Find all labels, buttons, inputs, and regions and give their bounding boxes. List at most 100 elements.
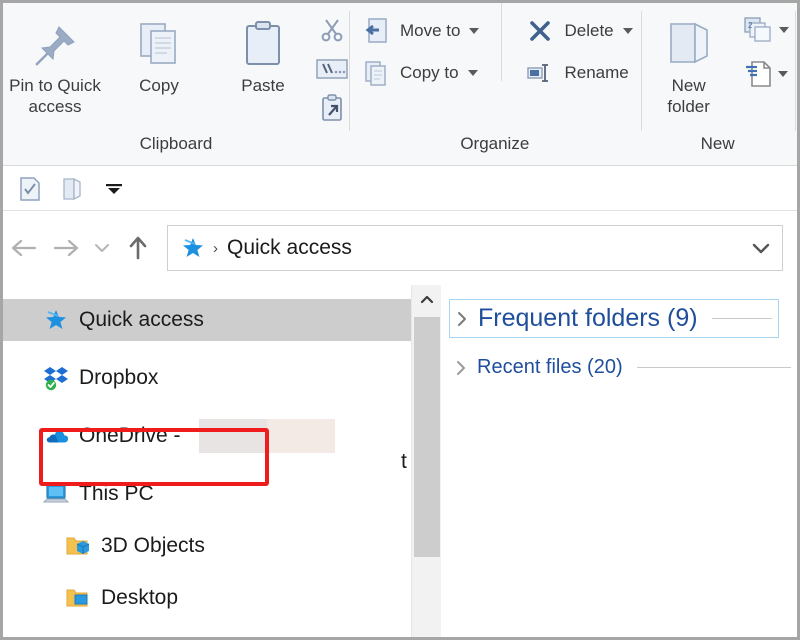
breadcrumb[interactable]: Quick access	[227, 236, 352, 260]
new-item-icon	[745, 61, 771, 87]
move-to-button[interactable]: Move to	[355, 17, 483, 45]
sidebar-item-quick-access[interactable]: Quick access	[3, 299, 411, 341]
delete-x-icon	[523, 16, 557, 46]
copy-path-icon[interactable]	[315, 54, 349, 84]
sidebar-item-label: Dropbox	[79, 366, 159, 389]
copy-button[interactable]: Copy	[107, 3, 211, 96]
back-button[interactable]	[3, 227, 45, 269]
properties-doc-icon[interactable]	[16, 175, 44, 203]
chevron-down-icon[interactable]	[777, 71, 788, 77]
nav-scrollbar-track[interactable]	[412, 311, 442, 637]
chevron-right-icon[interactable]	[453, 359, 469, 377]
ribbon-group-clipboard: Pin to Quick access Copy Paste Clipboard	[3, 3, 349, 165]
quick-access-toolbar	[3, 167, 797, 211]
redacted-text-block	[199, 419, 267, 453]
star-icon	[43, 307, 69, 333]
copy-to-button[interactable]: Copy to	[355, 59, 483, 87]
sidebar-item-desktop[interactable]: Desktop	[3, 577, 411, 619]
organize-column-left: Move to Copy to	[349, 3, 487, 87]
clipboard-small-icons	[315, 3, 349, 123]
organize-column-right: Delete Rename	[501, 3, 640, 87]
navigation-pane: Quick access Dropbox OneDrive - This PC …	[3, 285, 411, 637]
open-group-partial-label: P	[795, 3, 797, 57]
easy-access-button[interactable]: 2	[737, 15, 795, 45]
content-group-label: Recent files (20)	[477, 356, 623, 378]
address-input[interactable]: › Quick access	[167, 225, 783, 271]
chevron-down-icon[interactable]	[469, 28, 480, 34]
sidebar-item-this-pc[interactable]: This PC	[3, 473, 411, 515]
chevron-up-icon[interactable]	[419, 289, 435, 311]
ribbon-group-clipboard-label: Clipboard	[139, 134, 213, 153]
pin-label-line2: access	[28, 97, 82, 117]
clipboard-icon	[237, 13, 289, 75]
desktop-folder-icon	[65, 585, 91, 611]
pushpin-icon	[29, 13, 81, 75]
new-folder-icon	[661, 13, 717, 75]
move-to-icon	[359, 16, 393, 46]
nav-scrollbar-thumb[interactable]	[413, 317, 440, 557]
3d-objects-folder-icon	[65, 533, 91, 559]
pin-to-quick-access-button[interactable]: Pin to Quick access	[3, 3, 107, 118]
move-to-label: Move to	[400, 21, 461, 40]
organize-divider	[501, 3, 503, 81]
chevron-down-filled-icon[interactable]	[100, 175, 128, 203]
sidebar-item-3d-objects[interactable]: 3D Objects	[3, 525, 411, 567]
chevron-down-icon[interactable]	[778, 27, 789, 33]
new-item-button[interactable]	[737, 59, 795, 89]
new-folder-label-line2: folder	[667, 97, 710, 117]
redacted-text-block	[267, 419, 335, 453]
recent-locations-button[interactable]	[87, 227, 117, 269]
paste-button[interactable]: Paste	[211, 3, 315, 96]
paste-shortcut-icon[interactable]	[315, 93, 349, 123]
rename-button[interactable]: Rename	[519, 59, 636, 87]
svg-text:2: 2	[748, 21, 753, 30]
address-bar: › Quick access	[3, 212, 797, 284]
copy-to-label: Copy to	[400, 63, 459, 82]
forward-button[interactable]	[45, 227, 87, 269]
pin-label-line1: Pin to Quick	[9, 76, 101, 95]
address-dropdown-button[interactable]	[750, 240, 772, 256]
ribbon-group-open-partial: P	[794, 3, 797, 165]
rename-label: Rename	[564, 63, 629, 82]
chevron-down-icon[interactable]	[467, 70, 478, 76]
nav-scrollbar[interactable]	[411, 285, 441, 637]
paste-label: Paste	[241, 76, 285, 95]
chevron-right-icon[interactable]	[454, 310, 470, 328]
sidebar-item-dropbox[interactable]: Dropbox	[3, 357, 411, 399]
sidebar-item-label: 3D Objects	[101, 534, 205, 557]
sidebar-item-label: Quick access	[79, 308, 204, 331]
breadcrumb-separator: ›	[213, 239, 218, 257]
scissors-icon[interactable]	[315, 15, 349, 45]
up-button[interactable]	[117, 227, 159, 269]
sidebar-item-onedrive[interactable]: OneDrive -	[3, 415, 411, 457]
chevron-down-icon[interactable]	[622, 28, 633, 34]
content-pane: Frequent folders (9) Recent files (20)	[441, 285, 797, 637]
file-explorer-window: Pin to Quick access Copy Paste Clipboard…	[0, 0, 800, 640]
onedrive-cloud-icon	[43, 423, 69, 449]
content-group-recent-files[interactable]: Recent files (20)	[449, 350, 797, 385]
folder-icon[interactable]	[58, 175, 86, 203]
copy-label: Copy	[139, 76, 179, 95]
new-folder-label-line1: New	[671, 76, 706, 95]
ribbon-group-organize: Move to Copy to Delete Rename Organize	[349, 3, 641, 165]
delete-button[interactable]: Delete	[519, 17, 636, 45]
explorer-body: Quick access Dropbox OneDrive - This PC …	[3, 285, 797, 637]
dropbox-icon	[43, 365, 69, 391]
new-small-icons: 2	[737, 3, 795, 89]
sidebar-item-label: This PC	[79, 482, 154, 505]
quick-access-star-icon	[180, 235, 206, 261]
new-folder-button[interactable]: New folder	[641, 3, 737, 118]
content-group-label: Frequent folders (9)	[478, 304, 698, 332]
rename-icon	[523, 58, 557, 88]
copy-to-icon	[359, 58, 393, 88]
ribbon: Pin to Quick access Copy Paste Clipboard…	[3, 3, 797, 166]
copy-pages-icon	[133, 13, 185, 75]
ribbon-group-organize-label: Organize	[460, 134, 530, 153]
group-rule	[636, 367, 791, 368]
this-pc-icon	[43, 481, 69, 507]
content-group-frequent-folders[interactable]: Frequent folders (9)	[449, 299, 779, 338]
easy-access-icon: 2	[743, 17, 771, 42]
sidebar-item-label: OneDrive -	[79, 424, 181, 447]
clipped-text-fragment: t	[401, 450, 407, 473]
delete-label: Delete	[564, 21, 614, 40]
